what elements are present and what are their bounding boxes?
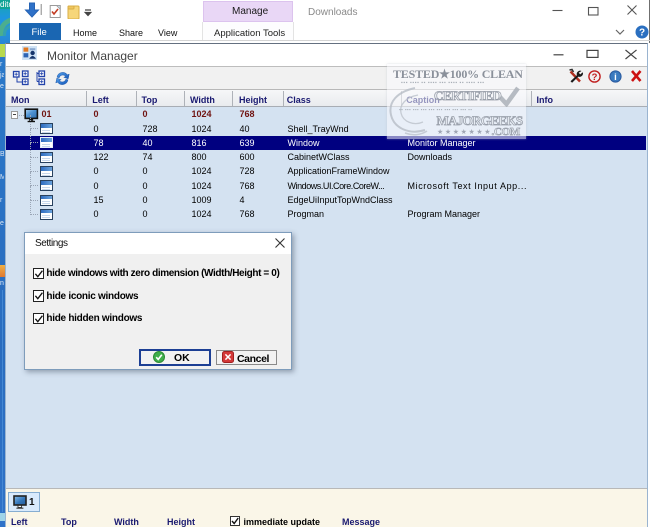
svg-text:?: ? [592, 72, 598, 83]
svg-text:?: ? [639, 28, 645, 39]
svg-text:i: i [614, 72, 617, 83]
